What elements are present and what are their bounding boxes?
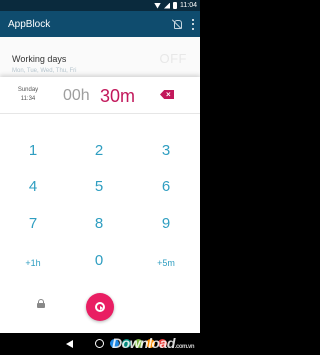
nav-bar: Download.com.vn — [0, 333, 200, 355]
key-8[interactable]: 8 — [79, 214, 119, 234]
schedule-days: Mon, Tue, Wed, Thu, Fri — [12, 68, 77, 74]
back-icon[interactable] — [66, 340, 73, 348]
schedule-card[interactable]: Working days OFF Mon, Tue, Wed, Thu, Fri — [0, 37, 200, 77]
status-time: 11:04 — [180, 2, 197, 9]
divider — [0, 113, 200, 114]
key-5[interactable]: 5 — [79, 177, 119, 197]
key-2[interactable]: 2 — [79, 141, 119, 161]
app-bar: AppBlock — [0, 11, 200, 37]
key-3[interactable]: 3 — [146, 141, 186, 161]
time-display: Sunday 11:34 00h 30m × — [0, 77, 200, 117]
battery-icon — [173, 2, 177, 9]
add-5-minutes-key[interactable]: +5m — [146, 253, 186, 273]
status-bar: 11:04 — [0, 0, 200, 11]
key-1[interactable]: 1 — [13, 141, 53, 161]
start-button[interactable] — [86, 293, 114, 321]
add-hour-key[interactable]: +1h — [13, 253, 53, 273]
timer-dialog: Sunday 11:34 00h 30m × 1 2 3 4 5 6 7 8 9… — [0, 77, 200, 333]
day-label: Sunday — [17, 87, 39, 93]
schedule-title: Working days — [12, 54, 67, 64]
key-0[interactable]: 0 — [79, 251, 119, 271]
home-icon[interactable] — [95, 339, 104, 348]
minutes-value[interactable]: 30m — [100, 86, 135, 107]
schedule-toggle[interactable]: OFF — [160, 51, 188, 66]
signal-icon — [164, 2, 170, 9]
watermark: Download.com.vn — [112, 335, 195, 351]
app-title: AppBlock — [8, 18, 51, 30]
key-7[interactable]: 7 — [13, 214, 53, 234]
bell-off-icon[interactable] — [172, 19, 182, 29]
overflow-menu-icon[interactable] — [192, 18, 195, 30]
key-6[interactable]: 6 — [146, 177, 186, 197]
key-9[interactable]: 9 — [146, 214, 186, 234]
lock-icon[interactable] — [37, 299, 45, 308]
play-icon — [95, 302, 105, 312]
backspace-icon[interactable]: × — [160, 90, 174, 99]
key-4[interactable]: 4 — [13, 177, 53, 197]
current-time: 11:34 — [20, 96, 36, 102]
hours-value[interactable]: 00h — [63, 87, 90, 105]
wifi-icon — [154, 2, 161, 9]
